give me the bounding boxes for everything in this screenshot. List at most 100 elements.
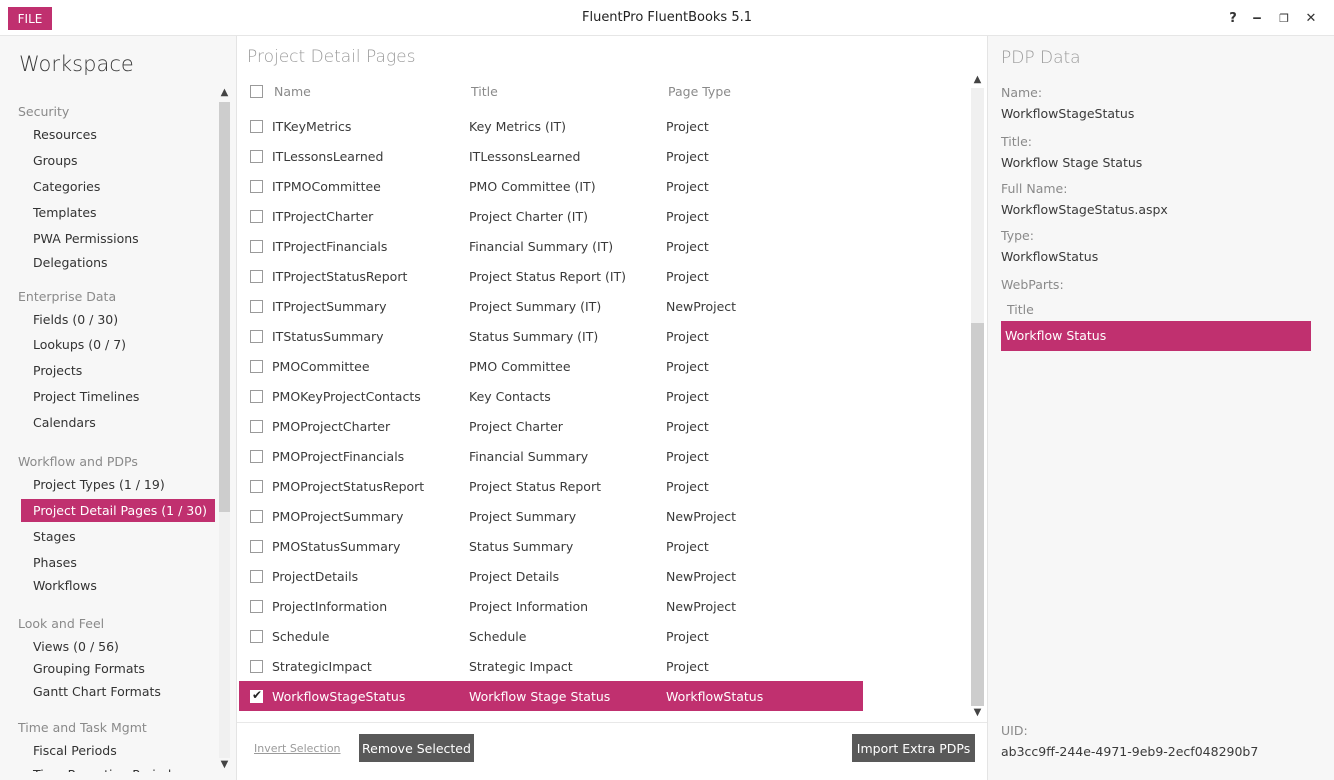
sidebar-item-stages[interactable]: Stages [21,525,215,548]
cell-title: Schedule [469,629,527,644]
sidebar-item-resources[interactable]: Resources [21,123,215,146]
row-checkbox[interactable] [250,300,263,313]
row-checkbox[interactable]: ✔ [250,688,263,703]
sidebar-scrollbar[interactable]: ▲ ▼ [217,84,232,774]
row-checkbox[interactable] [250,240,263,253]
close-icon[interactable]: ✕ [1302,9,1320,27]
sidebar-item-views-0-56[interactable]: Views (0 / 56) [21,635,215,658]
grid-header: Name Title Page Type [239,76,965,106]
table-row[interactable]: ITProjectFinancials Financial Summary (IT… [239,231,863,261]
row-checkbox[interactable] [250,180,263,193]
details-title: PDP Data [1001,48,1081,68]
table-row[interactable]: ProjectInformation Project Information New… [239,591,863,621]
table-row[interactable]: Schedule Schedule Project [239,621,863,651]
row-checkbox[interactable] [250,570,263,583]
sidebar-section-workflow-and-pdps: Workflow and PDPs [18,454,138,469]
uid-label: UID: [1001,723,1028,738]
row-checkbox[interactable] [250,120,263,133]
scrollbar-thumb[interactable] [971,323,984,706]
row-checkbox[interactable] [250,480,263,493]
table-row[interactable]: ✔ WorkflowStageStatus Workflow Stage Statu… [239,681,863,711]
table-row[interactable]: ITProjectCharter Project Charter (IT) Proj… [239,201,863,231]
table-row[interactable]: ITStatusSummary Status Summary (IT) Projec… [239,321,863,351]
table-row[interactable]: PMOKeyProjectContacts Key Contacts Project [239,381,863,411]
webparts-column-header[interactable]: Title [1007,302,1034,317]
column-header-page-type[interactable]: Page Type [668,84,731,99]
grid-scrollbar[interactable]: ▲ ▼ [970,72,985,722]
row-checkbox[interactable] [250,270,263,283]
table-row[interactable]: ProjectDetails Project Details NewProject [239,561,863,591]
cell-name: WorkflowStageStatus [272,689,406,704]
row-checkbox[interactable] [250,510,263,523]
row-checkbox[interactable] [250,540,263,553]
sidebar-item-fields-0-30[interactable]: Fields (0 / 30) [21,308,215,331]
row-checkbox[interactable] [250,150,263,163]
sidebar-item-projects[interactable]: Projects [21,359,215,382]
row-checkbox[interactable] [250,210,263,223]
webpart-row[interactable]: Workflow Status [1001,321,1311,351]
select-all-checkbox[interactable] [250,85,263,98]
row-checkbox[interactable] [250,330,263,343]
scroll-up-icon[interactable]: ▲ [970,73,985,87]
sidebar-item-templates[interactable]: Templates [21,201,215,224]
table-row[interactable]: ITLessonsLearned ITLessonsLearned Project [239,141,863,171]
sidebar-item-fiscal-periods[interactable]: Fiscal Periods [21,739,215,762]
sidebar-item-calendars[interactable]: Calendars [21,411,215,434]
scroll-down-icon[interactable]: ▼ [217,758,232,772]
row-checkbox[interactable] [250,450,263,463]
remove-selected-button[interactable]: Remove Selected [359,734,474,762]
row-checkbox[interactable] [250,390,263,403]
sidebar-item-pwa-permissions[interactable]: PWA Permissions [21,227,215,250]
row-checkbox[interactable] [250,660,263,673]
sidebar-item-lookups-0-7[interactable]: Lookups (0 / 7) [21,333,215,356]
sidebar-item-project-detail-pages-1-30[interactable]: Project Detail Pages (1 / 30) [21,499,215,522]
table-row[interactable]: ITProjectStatusReport Project Status Repo… [239,261,863,291]
row-checkbox[interactable] [250,600,263,613]
table-row[interactable]: PMOProjectStatusReport Project Status Rep… [239,471,863,501]
sidebar-item-grouping-formats[interactable]: Grouping Formats [21,657,215,680]
column-header-name[interactable]: Name [274,84,311,99]
sidebar-item-categories[interactable]: Categories [21,175,215,198]
table-row[interactable]: ITKeyMetrics Key Metrics (IT) Project [239,111,863,141]
table-row[interactable]: ITPMOCommittee PMO Committee (IT) Project [239,171,863,201]
sidebar-item-project-types-1-19[interactable]: Project Types (1 / 19) [21,473,215,496]
column-header-title[interactable]: Title [471,84,498,99]
invert-selection-button[interactable]: Invert Selection [254,742,341,755]
sidebar-item-workflows[interactable]: Workflows [21,574,215,597]
cell-type: Project [666,419,709,434]
restore-icon[interactable]: ❐ [1275,9,1293,27]
scrollbar-thumb[interactable] [219,102,230,512]
type-value: WorkflowStatus [1001,249,1099,264]
cell-type: NewProject [666,599,737,614]
row-checkbox[interactable] [250,420,263,433]
cell-name: PMOProjectStatusReport [272,479,425,494]
sidebar-item-gantt-chart-formats[interactable]: Gantt Chart Formats [21,680,215,703]
help-icon[interactable]: ? [1224,9,1242,27]
file-menu-button[interactable]: FILE [8,7,52,30]
minimize-icon[interactable]: ‒ [1248,9,1266,27]
table-row[interactable]: ITProjectSummary Project Summary (IT) NewP… [239,291,863,321]
cell-type: Project [666,209,709,224]
cell-name: ProjectInformation [272,599,388,614]
cell-type: Project [666,179,709,194]
import-extra-pdps-button[interactable]: Import Extra PDPs [852,734,975,762]
table-row[interactable]: PMOProjectSummary Project Summary NewProje… [239,501,863,531]
action-bar: Invert Selection Remove Selected Import … [237,722,987,780]
row-checkbox[interactable] [250,630,263,643]
table-row[interactable]: PMOCommittee PMO Committee Project [239,351,863,381]
cell-title: Workflow Stage Status [469,689,611,704]
sidebar-item-delegations[interactable]: Delegations [21,251,215,274]
table-row[interactable]: PMOProjectFinancials Financial Summary Pro… [239,441,863,471]
sidebar-item-time-reporting-periods[interactable]: Time Reporting Periods [21,763,215,772]
sidebar-item-groups[interactable]: Groups [21,149,215,172]
sidebar-item-phases[interactable]: Phases [21,551,215,574]
table-row[interactable]: StrategicImpact Strategic Impact Project [239,651,863,681]
table-row[interactable]: PMOStatusSummary Status Summary Project [239,531,863,561]
scroll-up-icon[interactable]: ▲ [217,86,232,100]
scroll-down-icon[interactable]: ▼ [970,706,985,720]
cell-title: PMO Committee (IT) [469,179,596,194]
sidebar-item-project-timelines[interactable]: Project Timelines [21,385,215,408]
row-checkbox[interactable] [250,360,263,373]
table-row[interactable]: PMOProjectCharter Project Charter Project [239,411,863,441]
cell-name: PMOKeyProjectContacts [272,389,421,404]
